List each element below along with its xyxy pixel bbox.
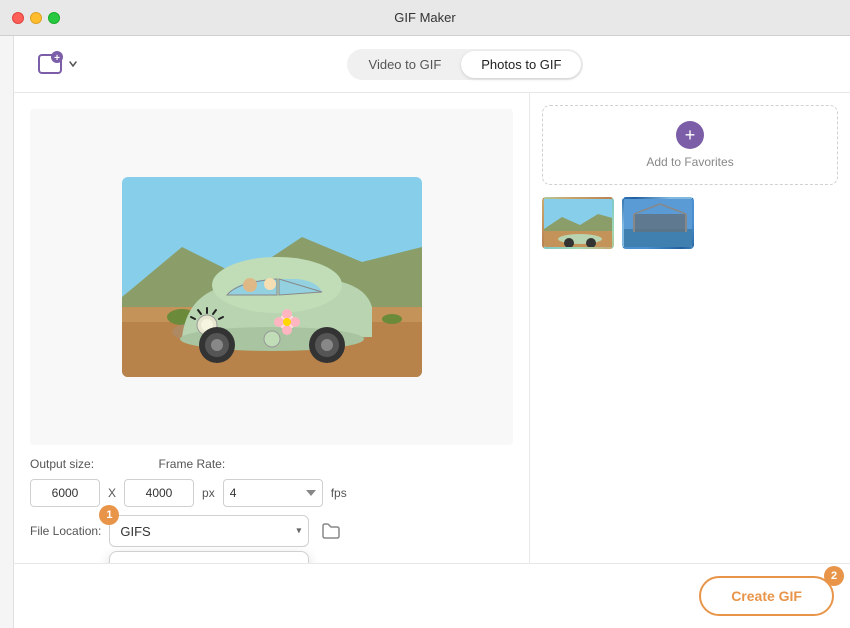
import-icon: + [36, 50, 64, 78]
window-controls[interactable] [12, 12, 60, 24]
left-panel: Output size: Frame Rate: 6000 X 4000 px … [14, 93, 530, 563]
badge-2: 2 [824, 566, 844, 586]
file-location-dropdown: Same As Source Folder ✓ GIFS Other... [109, 551, 309, 563]
title-bar: GIF Maker [0, 0, 850, 36]
chevron-down-icon [68, 59, 78, 69]
maximize-button[interactable] [48, 12, 60, 24]
create-gif-button[interactable]: Create GIF [699, 576, 834, 616]
file-location-row: File Location: 1 GIFS Same As Source Fol… [30, 515, 513, 547]
fps-label: fps [331, 486, 347, 500]
frame-rate-select[interactable]: 4 8 12 24 [223, 479, 323, 507]
svg-text:+: + [54, 53, 60, 64]
settings-row: 6000 X 4000 px 4 8 12 24 fps [30, 479, 513, 507]
main-content: + Video to GIF Photos to GIF [14, 36, 850, 628]
tab-video-to-gif[interactable]: Video to GIF [349, 51, 462, 78]
file-location-label: File Location: [30, 524, 101, 538]
output-settings-section: Output size: Frame Rate: 6000 X 4000 px … [30, 445, 513, 547]
height-input[interactable]: 4000 [124, 479, 194, 507]
thumbnail-2[interactable] [622, 197, 694, 249]
app-title: GIF Maker [394, 10, 455, 25]
favorites-label: Add to Favorites [646, 155, 733, 169]
main-image-area [30, 109, 513, 445]
frame-rate-label: Frame Rate: [158, 457, 225, 471]
folder-icon [321, 522, 341, 540]
bottom-bar: Create GIF 2 [14, 563, 850, 628]
output-size-label: Output size: [30, 457, 94, 471]
dropdown-item-same-as-source[interactable]: Same As Source Folder [110, 552, 308, 563]
width-input[interactable]: 6000 [30, 479, 100, 507]
import-button[interactable]: + [30, 46, 84, 82]
app-body: + Video to GIF Photos to GIF [0, 36, 850, 628]
check-icon [124, 563, 138, 564]
thumbnails-row [542, 197, 838, 249]
px-label: px [202, 486, 215, 500]
close-button[interactable] [12, 12, 24, 24]
content-split: Output size: Frame Rate: 6000 X 4000 px … [14, 93, 850, 563]
file-location-select[interactable]: GIFS Same As Source Folder Other... [109, 515, 309, 547]
add-to-favorites-area[interactable]: + Add to Favorites [542, 105, 838, 185]
toolbar: + Video to GIF Photos to GIF [14, 36, 850, 93]
file-location-wrapper: 1 GIFS Same As Source Folder Other... ▾ [109, 515, 309, 547]
car-image [122, 177, 422, 377]
plus-icon: + [676, 121, 704, 149]
x-separator: X [108, 486, 116, 500]
browse-folder-button[interactable] [317, 517, 345, 545]
thumbnail-1[interactable] [542, 197, 614, 249]
mode-tabs: Video to GIF Photos to GIF [347, 49, 584, 80]
tab-photos-to-gif[interactable]: Photos to GIF [461, 51, 581, 78]
left-sidebar [0, 36, 14, 628]
right-panel: + Add to Favorites [530, 93, 850, 563]
minimize-button[interactable] [30, 12, 42, 24]
